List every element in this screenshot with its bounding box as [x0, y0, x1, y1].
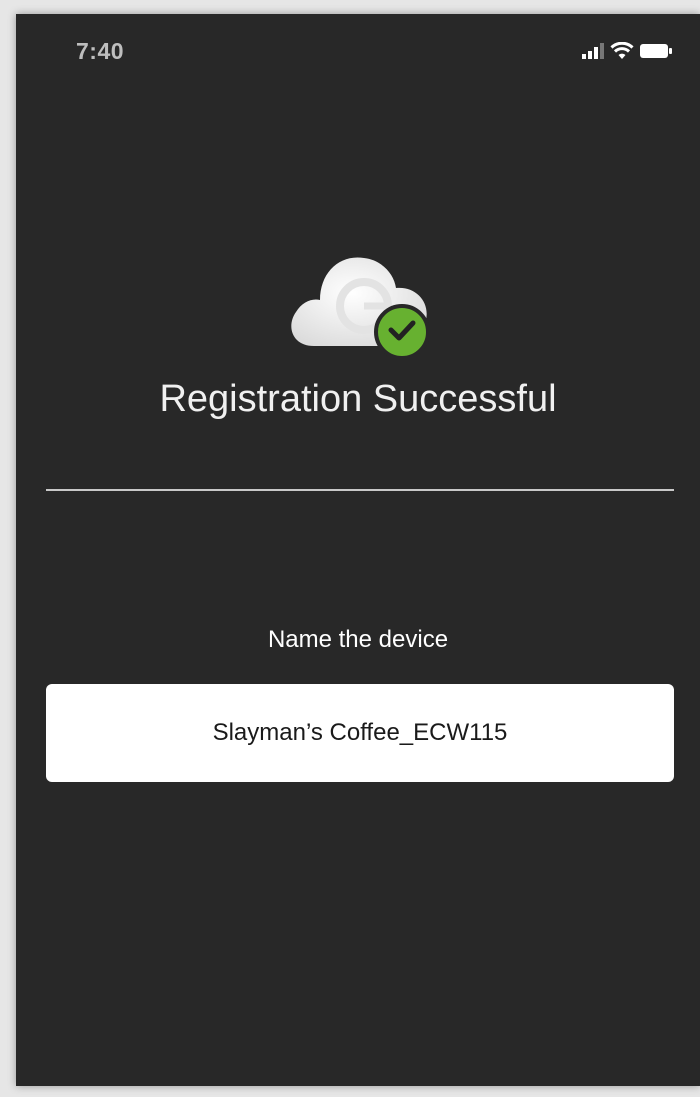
app-screen: 7:40 Registration Successful Name the de…	[16, 14, 700, 1086]
wifi-icon	[610, 42, 634, 60]
device-name-input[interactable]	[46, 684, 674, 782]
status-time: 7:40	[76, 38, 125, 64]
device-name-label: Name the device	[267, 626, 449, 653]
status-bar: 7:40	[16, 14, 700, 94]
success-badge	[374, 304, 430, 360]
battery-icon	[640, 43, 674, 59]
divider	[46, 489, 674, 491]
page-title: Registration Successful	[159, 378, 557, 420]
registration-hero	[16, 224, 700, 374]
status-icons	[582, 42, 674, 60]
checkmark-icon	[388, 319, 416, 346]
signal-icon	[582, 43, 604, 59]
